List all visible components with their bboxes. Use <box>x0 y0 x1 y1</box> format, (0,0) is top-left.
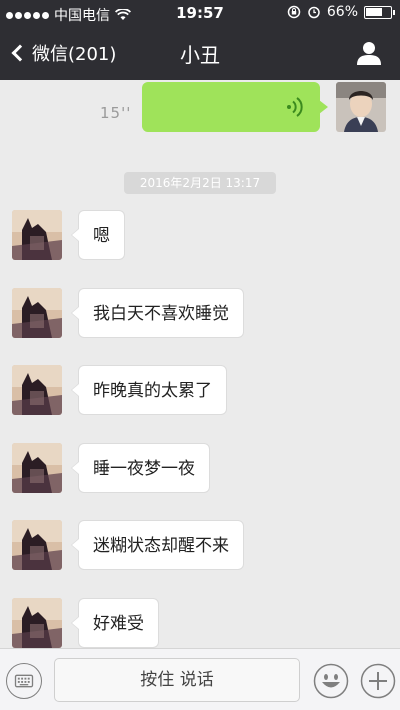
status-bar: 中国电信 19:57 66% <box>0 0 400 26</box>
top-bar: 中国电信 19:57 66% 微信(201) 小丑 <box>0 0 400 80</box>
chat-title: 小丑 <box>180 43 220 67</box>
timestamp-label: 2016年2月2日 13:17 <box>124 172 276 194</box>
peer-avatar[interactable] <box>12 365 62 415</box>
battery-icon <box>364 5 395 19</box>
voice-duration: 15'' <box>100 104 132 122</box>
message-row: 嗯 <box>0 210 400 262</box>
peer-avatar[interactable] <box>12 598 62 648</box>
message-bubble[interactable]: 昨晚真的太累了 <box>71 365 227 415</box>
alarm-icon <box>308 6 320 19</box>
battery-percent: 66% <box>326 4 358 20</box>
message-bubble[interactable]: 迷糊状态却醒不来 <box>71 520 244 570</box>
message-row: 睡一夜梦一夜 <box>0 443 400 495</box>
peer-avatar[interactable] <box>12 288 62 338</box>
hold-to-talk-button[interactable]: 按住 说话 <box>54 658 300 702</box>
rotation-lock-icon <box>287 5 301 19</box>
message-bubble[interactable]: 我白天不喜欢睡觉 <box>71 288 244 338</box>
message-bubble[interactable]: 嗯 <box>71 210 125 260</box>
peer-avatar[interactable] <box>12 520 62 570</box>
peer-avatar[interactable] <box>12 210 62 260</box>
voice-message-bubble[interactable] <box>142 82 328 132</box>
message-row: 我白天不喜欢睡觉 <box>0 288 400 340</box>
my-avatar[interactable] <box>336 82 386 132</box>
nav-bar: 微信(201) 小丑 <box>0 26 400 80</box>
status-right: 66% <box>287 4 395 20</box>
message-bubble[interactable]: 好难受 <box>71 598 159 648</box>
message-bubble[interactable]: 睡一夜梦一夜 <box>71 443 210 493</box>
peer-avatar[interactable] <box>12 443 62 493</box>
battery-level <box>366 7 382 16</box>
chat-area[interactable]: 15'' 2016年2月2日 13:17 嗯 我白天不喜欢睡觉 昨晚真的太累了 … <box>0 80 400 648</box>
message-row: 好难受 <box>0 598 400 650</box>
voice-wave-icon <box>287 97 303 117</box>
plus-icon[interactable] <box>360 663 396 699</box>
input-bar: 按住 说话 <box>0 648 400 710</box>
message-row: 迷糊状态却醒不来 <box>0 520 400 572</box>
person-icon[interactable] <box>356 40 382 66</box>
keyboard-icon[interactable] <box>6 663 42 699</box>
emoji-icon[interactable] <box>313 663 349 699</box>
message-row: 昨晚真的太累了 <box>0 365 400 417</box>
